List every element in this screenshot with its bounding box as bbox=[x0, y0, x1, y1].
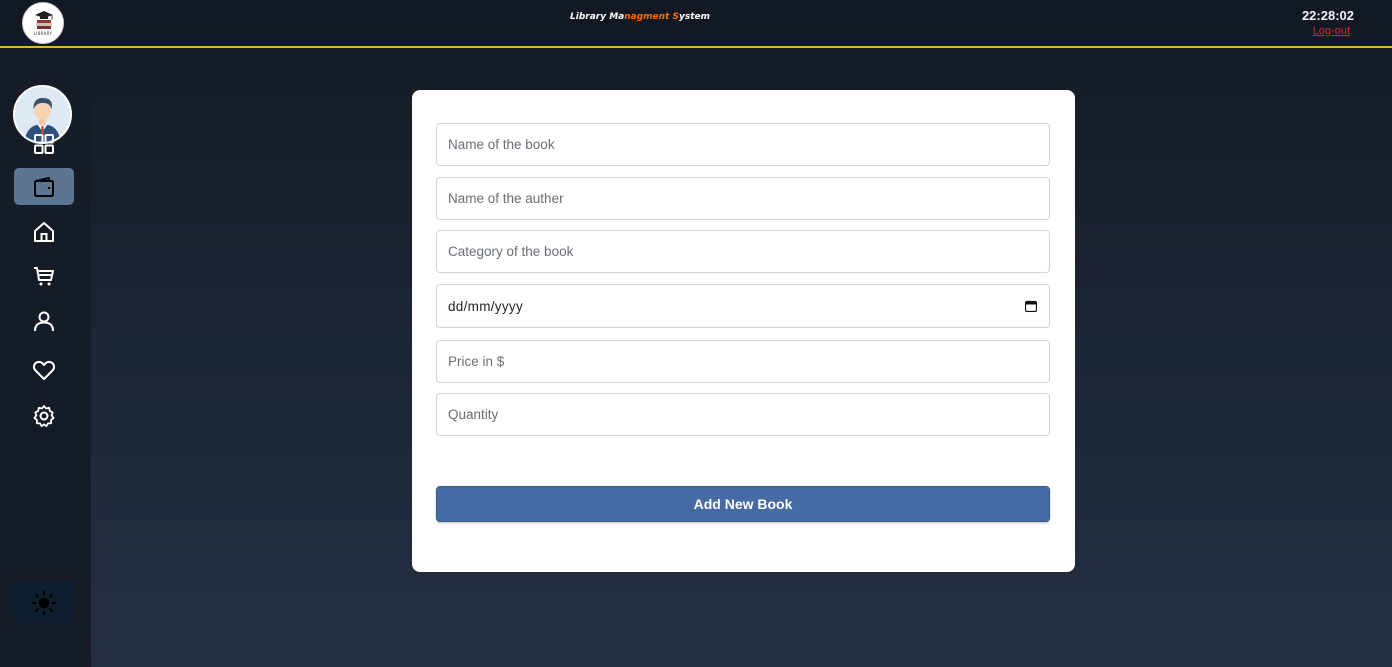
sun-icon bbox=[31, 590, 56, 615]
app-title-part: ystem bbox=[679, 12, 711, 22]
library-logo[interactable]: LIBRARY bbox=[22, 2, 64, 44]
category-input[interactable] bbox=[436, 230, 1050, 273]
price-input[interactable] bbox=[436, 340, 1050, 383]
sidebar-item-user[interactable] bbox=[14, 302, 74, 339]
sidebar-item-settings[interactable] bbox=[14, 397, 74, 434]
heart-icon bbox=[33, 360, 55, 380]
logo-caption: LIBRARY bbox=[33, 31, 53, 36]
sidebar bbox=[0, 50, 91, 667]
sidebar-item-home[interactable] bbox=[14, 213, 74, 250]
sidebar-item-favorites[interactable] bbox=[14, 351, 74, 388]
add-new-book-button[interactable]: Add New Book bbox=[436, 486, 1050, 522]
theme-toggle-button[interactable] bbox=[13, 582, 74, 623]
author-name-input[interactable] bbox=[436, 177, 1050, 220]
app-title-part: nagment bbox=[624, 12, 670, 22]
sidebar-item-cart[interactable] bbox=[14, 257, 74, 294]
cart-icon bbox=[34, 266, 54, 285]
grid-icon bbox=[34, 133, 54, 154]
logout-link[interactable]: Log-out bbox=[1313, 25, 1350, 37]
books-logo-icon bbox=[35, 11, 53, 29]
book-name-input[interactable] bbox=[436, 123, 1050, 166]
clock: 22:28:02 bbox=[1301, 8, 1354, 23]
app-title-part: Library bbox=[570, 12, 610, 22]
app-title: Library Managment System bbox=[570, 12, 710, 22]
add-book-form-card: dd/mm/yyyy Add New Book bbox=[412, 90, 1075, 572]
date-placeholder: dd/mm/yyyy bbox=[448, 299, 524, 314]
sidebar-item-wallet[interactable] bbox=[14, 168, 74, 205]
gear-icon bbox=[33, 404, 55, 427]
wallet-icon bbox=[34, 176, 54, 197]
calendar-icon[interactable] bbox=[1025, 300, 1037, 312]
quantity-input[interactable] bbox=[436, 393, 1050, 436]
app-title-part: Ma bbox=[609, 12, 625, 22]
top-bar: LIBRARY Library Managment System 22:28:0… bbox=[0, 0, 1392, 48]
sidebar-item-dashboard[interactable] bbox=[14, 125, 74, 162]
publish-date-input[interactable]: dd/mm/yyyy bbox=[436, 284, 1050, 328]
home-icon bbox=[34, 221, 54, 242]
user-icon bbox=[34, 311, 54, 331]
